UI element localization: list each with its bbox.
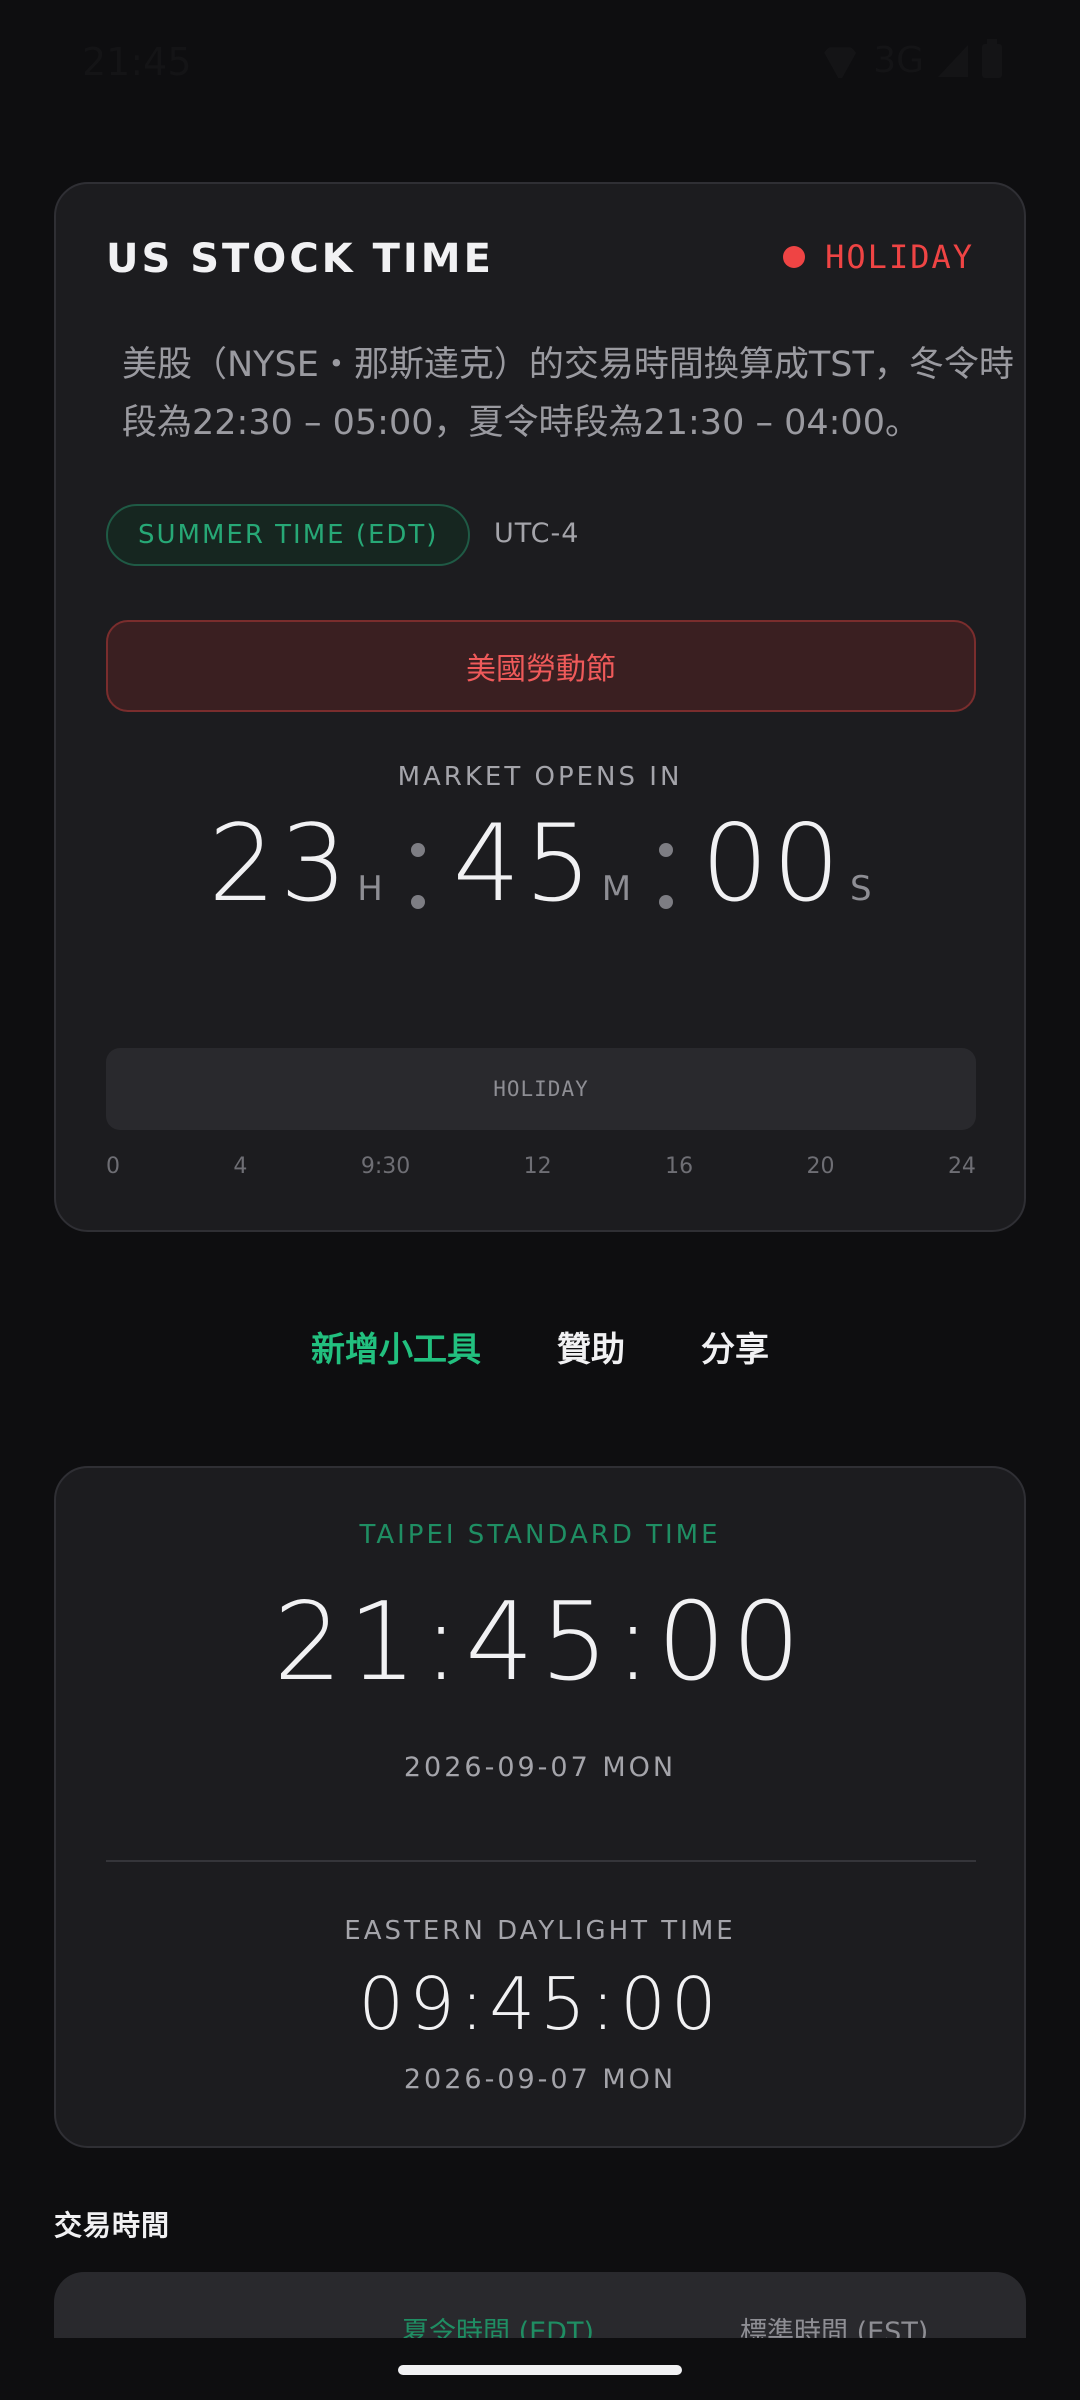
battery-icon: [982, 38, 1002, 78]
status-time: 21:45: [82, 40, 192, 84]
divider: [106, 1860, 976, 1862]
taipei-clock: 21:45:00: [273, 1580, 807, 1705]
add-widget-button[interactable]: 新增小工具: [311, 1322, 481, 1371]
timeline-tick: 4: [233, 1154, 248, 1179]
clock-card: TAIPEI STANDARD TIME 21:45:00 2026-09-07…: [54, 1466, 1026, 2148]
column-summer-time: 夏令時間 (EDT): [402, 2317, 594, 2340]
countdown: 23 H 45 M 00 S: [56, 802, 1024, 925]
signal-icon: [938, 44, 968, 77]
eastern-date: 2026-09-07 MON: [403, 2064, 677, 2095]
countdown-label: MARKET OPENS IN: [397, 762, 683, 792]
market-status: HOLIDAY: [783, 238, 974, 276]
status-dot-icon: [783, 246, 806, 268]
trading-timeline-bar: HOLIDAY: [106, 1048, 976, 1130]
status-icons: 3G: [821, 38, 1002, 81]
card-title: US STOCK TIME: [106, 236, 494, 282]
countdown-separator: [659, 819, 674, 909]
timeline-tick: 9:30: [360, 1154, 411, 1179]
utc-offset: UTC-4: [494, 518, 580, 549]
trading-hours-title: 交易時間: [54, 2209, 171, 2242]
timeline-tick: 16: [665, 1154, 694, 1179]
season-pill: SUMMER TIME (EDT): [106, 504, 471, 566]
countdown-minutes-unit: M: [601, 869, 632, 909]
countdown-seconds-unit: S: [850, 869, 872, 909]
countdown-seconds: 00: [701, 802, 844, 925]
taipei-time-label: TAIPEI STANDARD TIME: [359, 1520, 721, 1550]
timeline-ticks: 0 4 9:30 12 16 20 24: [106, 1154, 976, 1179]
timeline-tick: 0: [106, 1154, 120, 1179]
description-text: 美股（NYSE・那斯達克）的交易時間換算成TST，冬令時段為22:30 – 05…: [122, 345, 1014, 443]
timeline-tick: 20: [806, 1154, 835, 1179]
countdown-minutes: 45: [452, 802, 596, 925]
countdown-hours-unit: H: [357, 869, 383, 909]
wifi-icon: [821, 44, 859, 78]
eastern-time-label: EASTERN DAYLIGHT TIME: [344, 1916, 736, 1946]
trading-hours-table: 夏令時間 (EDT) 標準時間 (EST): [54, 2272, 1026, 2340]
countdown-separator: [410, 819, 425, 909]
taipei-date: 2026-09-07 MON: [403, 1752, 677, 1783]
countdown-hours: 23: [208, 802, 352, 925]
home-indicator[interactable]: [398, 2365, 682, 2375]
status-bar: 21:45 3G: [0, 0, 1080, 120]
us-stock-time-card: US STOCK TIME HOLIDAY 美股（NYSE・那斯達克）的交易時間…: [54, 182, 1026, 1232]
market-status-text: HOLIDAY: [825, 238, 974, 276]
eastern-clock: 09:45:00: [358, 1962, 722, 2046]
network-type: 3G: [873, 40, 924, 81]
holiday-banner: 美國勞動節: [106, 620, 976, 712]
action-row: 新增小工具 贊助 分享: [0, 1322, 1080, 1371]
timeline-tick: 12: [523, 1154, 552, 1179]
sponsor-button[interactable]: 贊助: [557, 1322, 625, 1371]
share-button[interactable]: 分享: [701, 1322, 769, 1371]
screen: 21:45 3G US STOCK TIME HOLIDAY 美股（NYSE・那…: [0, 0, 1080, 2400]
timeline-tick: 24: [947, 1154, 976, 1179]
column-standard-time: 標準時間 (EST): [740, 2317, 929, 2340]
